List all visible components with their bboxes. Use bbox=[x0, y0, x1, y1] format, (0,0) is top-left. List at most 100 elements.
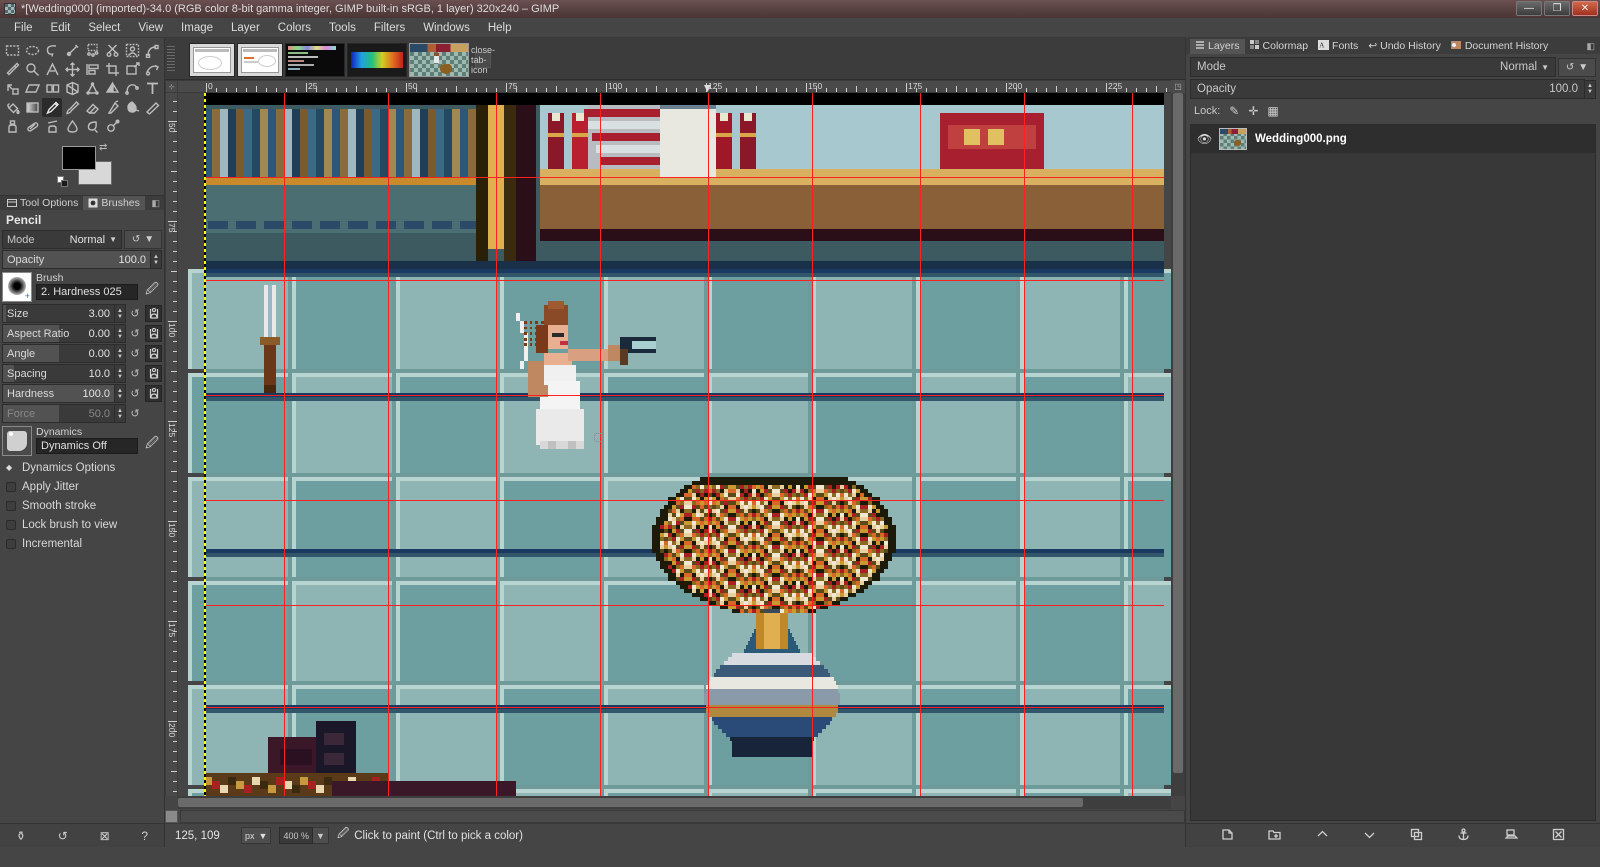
free-select-icon[interactable] bbox=[42, 41, 62, 60]
reset-layer-mode-button[interactable]: ↺ ▼ bbox=[1558, 57, 1596, 77]
guide-vertical[interactable] bbox=[600, 93, 601, 796]
menu-colors[interactable]: Colors bbox=[270, 20, 319, 36]
merge-down-icon[interactable] bbox=[1504, 828, 1519, 844]
menu-image[interactable]: Image bbox=[173, 20, 221, 36]
crop-icon[interactable] bbox=[102, 60, 122, 79]
clone-icon[interactable] bbox=[2, 117, 22, 136]
menu-layer[interactable]: Layer bbox=[223, 20, 268, 36]
chevron-down-icon[interactable] bbox=[1363, 828, 1376, 844]
image-tab-3[interactable] bbox=[285, 42, 345, 77]
window-title-bar[interactable]: *[Wedding000] (imported)-34.0 (RGB color… bbox=[0, 0, 1600, 18]
menu-edit[interactable]: Edit bbox=[43, 20, 79, 36]
guide-vertical[interactable] bbox=[708, 93, 709, 796]
rect-select-icon[interactable] bbox=[2, 41, 22, 60]
slider-stepper[interactable]: ▲ ▼ bbox=[115, 404, 126, 423]
slider-stepper[interactable]: ▲ ▼ bbox=[115, 324, 126, 343]
3d-transform-icon[interactable] bbox=[62, 79, 82, 98]
layer-mode-select[interactable]: Mode Normal ▼ bbox=[1190, 57, 1556, 77]
guide-vertical[interactable] bbox=[284, 93, 285, 796]
link-to-dynamics-button[interactable] bbox=[145, 385, 162, 402]
undo-icon[interactable]: ↺ bbox=[58, 829, 68, 843]
guide-vertical[interactable] bbox=[1132, 93, 1133, 796]
force-slider[interactable]: Force 50.0 bbox=[2, 404, 115, 423]
eraser-icon[interactable] bbox=[82, 98, 102, 117]
foreground-color-swatch[interactable] bbox=[62, 146, 96, 170]
guide-vertical[interactable] bbox=[812, 93, 813, 796]
swap-colors-icon[interactable]: ⇄ bbox=[99, 142, 107, 153]
guide-vertical[interactable] bbox=[496, 93, 497, 796]
color-picker-icon[interactable] bbox=[2, 60, 22, 79]
menu-view[interactable]: View bbox=[130, 20, 171, 36]
lock-pixels-icon[interactable]: ✎ bbox=[1229, 104, 1239, 118]
opacity-slider[interactable]: Opacity 100.0 bbox=[2, 250, 151, 269]
checkbox-lock-brush-to-view[interactable]: Lock brush to view bbox=[2, 515, 162, 534]
guide-vertical[interactable] bbox=[920, 93, 921, 796]
tab-brushes[interactable]: Brushes bbox=[83, 196, 145, 210]
tab-undo-history[interactable]: ↩ Undo History bbox=[1363, 39, 1446, 53]
close-tab-icon[interactable]: close-tab-icon bbox=[471, 45, 495, 75]
menu-select[interactable]: Select bbox=[80, 20, 128, 36]
tab-colormap[interactable]: Colormap bbox=[1245, 39, 1314, 54]
default-colors-icon[interactable] bbox=[57, 176, 68, 187]
slider-stepper[interactable]: ▲ ▼ bbox=[115, 364, 126, 383]
paths-icon[interactable] bbox=[142, 41, 162, 60]
reset-icon[interactable]: ↺ bbox=[126, 327, 144, 340]
warp-transform-icon[interactable] bbox=[142, 60, 162, 79]
hardness-slider[interactable]: Hardness 100.0 bbox=[2, 384, 115, 403]
guide-horizontal[interactable] bbox=[204, 395, 1164, 396]
slider-stepper[interactable]: ▲ ▼ bbox=[115, 344, 126, 363]
bucket-fill-icon[interactable] bbox=[2, 98, 22, 117]
horizontal-ruler[interactable]: 0255075100125150175200225250275 bbox=[178, 80, 1171, 93]
heal-icon[interactable] bbox=[22, 117, 42, 136]
measure-icon[interactable] bbox=[42, 60, 62, 79]
mypaint-brush-icon[interactable] bbox=[142, 98, 162, 117]
select-by-color-icon[interactable] bbox=[82, 41, 102, 60]
dynamics-select[interactable]: Dynamics Off bbox=[36, 438, 138, 454]
checkbox-smooth-stroke[interactable]: Smooth stroke bbox=[2, 496, 162, 515]
guide-horizontal[interactable] bbox=[204, 707, 1164, 708]
dock-menu-icon[interactable]: ◧ bbox=[151, 198, 164, 209]
cage-transform-icon[interactable] bbox=[122, 79, 142, 98]
smudge-icon[interactable] bbox=[82, 117, 102, 136]
dynamics-preview-icon[interactable] bbox=[2, 426, 32, 456]
handle-transform-icon[interactable] bbox=[82, 79, 102, 98]
flip-icon[interactable] bbox=[102, 79, 122, 98]
minimize-button[interactable]: — bbox=[1516, 1, 1542, 16]
tab-layers[interactable]: Layers bbox=[1190, 38, 1245, 54]
link-to-dynamics-button[interactable] bbox=[145, 325, 162, 342]
new-layer-group-icon[interactable] bbox=[1268, 828, 1282, 844]
horizontal-scrollbar[interactable] bbox=[178, 796, 1171, 809]
slider-stepper[interactable]: ▲ ▼ bbox=[115, 304, 126, 323]
ruler-origin-button[interactable]: ⊹ bbox=[165, 80, 178, 93]
duplicate-icon[interactable] bbox=[1410, 828, 1423, 844]
layer-row[interactable]: 👁 Wedding000.png bbox=[1191, 125, 1595, 153]
size-slider[interactable]: Size 3.00 bbox=[2, 304, 115, 323]
image-canvas[interactable] bbox=[178, 93, 1171, 796]
dock-menu-icon[interactable]: ◧ bbox=[1586, 41, 1600, 52]
scissors-select-icon[interactable] bbox=[102, 41, 122, 60]
vertical-ruler[interactable]: 255075100125150175200225 bbox=[165, 93, 178, 796]
edit-brush-icon[interactable]: 🖉 bbox=[142, 272, 162, 302]
edit-dynamics-icon[interactable]: 🖉 bbox=[142, 426, 162, 456]
close-button[interactable]: ✕ bbox=[1572, 1, 1598, 16]
layer-list[interactable]: 👁 Wedding000.png bbox=[1190, 124, 1596, 821]
guide-vertical[interactable] bbox=[1024, 93, 1025, 796]
tab-tool-options[interactable]: Tool Options bbox=[2, 196, 83, 210]
blend-mode-select[interactable]: Mode Normal ▼ bbox=[2, 230, 122, 249]
brush-preview-icon[interactable]: + bbox=[2, 272, 32, 302]
foreground-select-icon[interactable] bbox=[122, 41, 142, 60]
reset-icon[interactable]: ↺ bbox=[126, 367, 144, 380]
menu-tools[interactable]: Tools bbox=[321, 20, 364, 36]
tab-fonts[interactable]: A Fonts bbox=[1313, 39, 1363, 54]
text-icon[interactable] bbox=[142, 79, 162, 98]
reset-icon[interactable]: ↺ bbox=[126, 307, 144, 320]
reset-tool-options-button[interactable]: ↺ ▼ bbox=[124, 230, 162, 249]
fuzzy-select-icon[interactable] bbox=[62, 41, 82, 60]
quick-mask-icon[interactable] bbox=[165, 809, 178, 823]
reset-icon[interactable]: ↺ bbox=[126, 407, 144, 420]
guide-horizontal[interactable] bbox=[204, 177, 1164, 178]
guide-horizontal[interactable] bbox=[204, 280, 1164, 281]
perspective-icon[interactable] bbox=[42, 79, 62, 98]
maximize-button[interactable]: ❐ bbox=[1544, 1, 1570, 16]
alignment-icon[interactable] bbox=[82, 60, 102, 79]
